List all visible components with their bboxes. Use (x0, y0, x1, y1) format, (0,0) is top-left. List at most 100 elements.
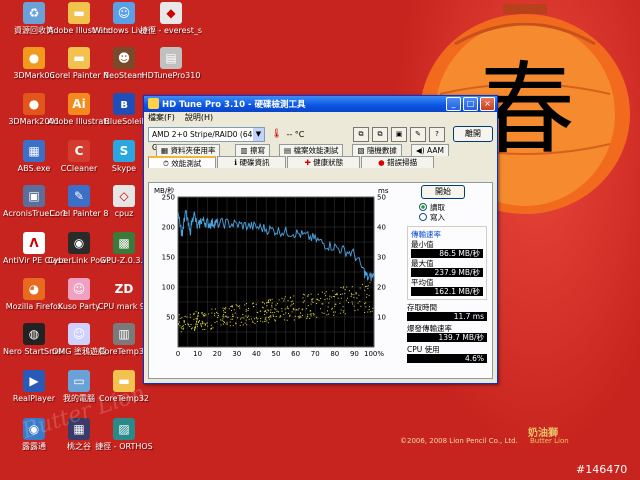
access-time-point (309, 317, 311, 319)
access-time-point (350, 296, 352, 298)
access-time-point (240, 321, 242, 323)
tab-random-access[interactable]: ▧ 隨機數據 (352, 144, 402, 156)
access-time-point (320, 308, 322, 310)
access-time-point (364, 311, 366, 313)
access-time-point (298, 317, 300, 319)
y-right-tick-label: 40 (377, 224, 386, 232)
access-time-point (195, 311, 197, 313)
access-time-point (271, 304, 273, 306)
menu-help[interactable]: 說明(H) (185, 112, 213, 124)
tab-health[interactable]: ✚ 健康狀態 (287, 156, 361, 168)
desktop-icon[interactable]: ▤ HDTunePro310 (140, 47, 202, 80)
copy-info-icon[interactable]: ⧉ (353, 126, 369, 142)
close-button[interactable]: × (480, 97, 495, 111)
access-time-point (236, 305, 238, 307)
access-time-point (214, 308, 216, 310)
access-time-point (307, 316, 309, 318)
access-time-point (190, 323, 192, 325)
access-time-point (313, 314, 315, 316)
tab-error-scan[interactable]: ● 錯誤掃描 (361, 156, 435, 168)
x-tick-label: 20 (213, 350, 222, 358)
access-time-point (202, 313, 204, 315)
y-left-tick-label: 50 (166, 314, 175, 322)
access-time-point (220, 319, 222, 321)
painter-icon: ✎ (68, 185, 90, 207)
access-time-point (242, 313, 244, 315)
exit-button[interactable]: 離開 (453, 126, 493, 142)
my-computer-icon: ▭ (68, 370, 90, 392)
access-time-point (353, 305, 355, 307)
x-tick-label: 100% (364, 350, 384, 358)
tab-benchmark[interactable]: ⏱ 效能測試 (148, 156, 217, 168)
tab-folder-usage[interactable]: ▦ 資料夾使用率 (156, 144, 221, 156)
title-bar[interactable]: HD Tune Pro 3.10 - 硬碟檢測工具 _ □ × (144, 96, 497, 112)
access-time-point (273, 315, 275, 317)
access-time-point (371, 310, 373, 312)
write-radio[interactable]: 寫入 (419, 212, 487, 222)
access-time-point (244, 304, 246, 306)
access-time-point (194, 329, 196, 331)
access-time-point (226, 321, 228, 323)
access-time-point (342, 306, 344, 308)
maximize-button[interactable]: □ (463, 97, 478, 111)
tab-aam[interactable]: ◀) AAM (410, 144, 449, 156)
tab-erase[interactable]: ▥ 擦寫 (235, 144, 270, 156)
device-select[interactable]: AMD 2+0 Stripe/RAID0 (640 GB) ▼ (148, 126, 265, 152)
y-right-tick-label: 50 (377, 194, 386, 202)
tab-disk-info[interactable]: ℹ 硬碟資訊 (217, 156, 287, 168)
copy-screenshot-icon[interactable]: ⧉ (372, 126, 388, 142)
hdtune-icon: ▤ (160, 47, 182, 69)
access-time-point (197, 313, 199, 315)
access-time-point (189, 316, 191, 318)
access-time-point (230, 318, 232, 320)
access-time-point (252, 302, 254, 304)
access-time-point (368, 295, 370, 297)
help-icon[interactable]: ? (429, 126, 445, 142)
access-time-point (260, 320, 262, 322)
read-radio[interactable]: 讀取 (419, 202, 487, 212)
access-time-point (354, 310, 356, 312)
access-time-point (232, 315, 234, 317)
access-time-point (223, 321, 225, 323)
access-time-point (194, 326, 196, 328)
access-time-point (310, 303, 312, 305)
access-time-point (352, 294, 354, 296)
max-label: 最大值 (411, 259, 434, 268)
access-time-point (357, 302, 359, 304)
access-time-point (270, 315, 272, 317)
tab-file-benchmark[interactable]: ▤ 檔案效能測試 (278, 144, 344, 156)
access-time-point (332, 311, 334, 313)
start-button[interactable]: 開始 (421, 185, 465, 199)
y-right-tick-label: 10 (377, 314, 386, 322)
desktop-icon[interactable]: ▨ 捷徑 - ORTHOS (93, 418, 155, 451)
x-tick-label: 80 (330, 350, 339, 358)
access-time-point (351, 301, 353, 303)
x-tick-label: 40 (252, 350, 261, 358)
hdtune-window[interactable]: HD Tune Pro 3.10 - 硬碟檢測工具 _ □ × 檔案(F) 說明… (143, 95, 498, 384)
thermometer-icon: 🌡 (271, 129, 283, 139)
y-left-tick-label: 150 (162, 254, 175, 262)
access-time-point (225, 311, 227, 313)
access-time-point (291, 311, 293, 313)
access-time-point (204, 328, 206, 330)
access-time-point (293, 319, 295, 321)
minimize-button[interactable]: _ (446, 97, 461, 111)
access-time-point (339, 293, 341, 295)
access-time-point (194, 328, 196, 330)
write-label: 寫入 (430, 212, 445, 222)
access-time-point (222, 323, 224, 325)
chevron-down-icon[interactable]: ▼ (253, 127, 264, 141)
menu-file[interactable]: 檔案(F) (148, 112, 175, 124)
access-time-point (232, 313, 234, 315)
access-time-point (198, 321, 200, 323)
desktop-icon[interactable]: ◆ 捷徑 - everest_start (140, 2, 202, 35)
access-time-point (243, 317, 245, 319)
options-icon[interactable]: ✎ (410, 126, 426, 142)
access-time-point (178, 321, 180, 323)
access-time-point (180, 331, 182, 333)
access-time-point (201, 323, 203, 325)
access-time-point (222, 318, 224, 320)
access-time-point (294, 315, 296, 317)
access-time-point (310, 293, 312, 295)
save-icon[interactable]: ▣ (391, 126, 407, 142)
